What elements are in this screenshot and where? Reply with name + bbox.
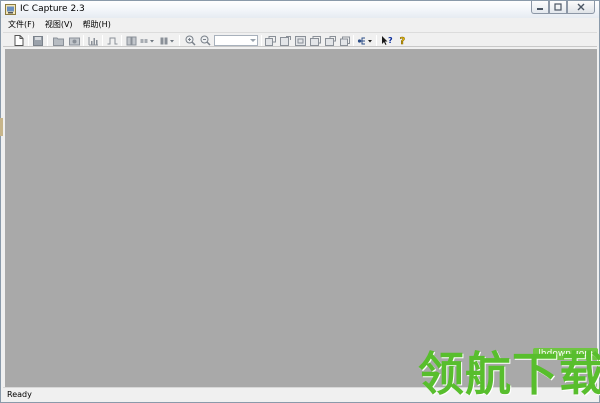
svg-text:?: ? [388, 36, 393, 45]
close-icon [577, 3, 585, 11]
status-text: Ready [7, 390, 32, 399]
zoom-level-select[interactable] [214, 35, 258, 46]
overlay-icon [264, 35, 276, 46]
overlay-button-4[interactable] [309, 35, 321, 46]
toolbar-separator [261, 35, 262, 46]
toolbar-separator [179, 35, 180, 46]
toolbar-separator [376, 35, 377, 46]
overlay-copy-icon [324, 35, 336, 46]
new-document-icon [14, 35, 24, 46]
save-icon [33, 35, 43, 46]
open-folder-icon [52, 37, 64, 46]
minimize-icon [537, 8, 543, 10]
device-selector-dropdown[interactable] [357, 35, 373, 46]
watermark-text: 领航下载 [418, 347, 600, 401]
trigger-pulse-icon [107, 37, 117, 44]
menu-help[interactable]: 帮助(H) [78, 19, 116, 31]
frame-icon [294, 35, 306, 46]
caption-buttons [531, 1, 595, 16]
frame-rate-icon [140, 38, 154, 43]
snapshot-icon [68, 37, 80, 45]
chevron-down-icon [250, 39, 256, 42]
context-help-icon: ? [382, 36, 393, 45]
toolbar-separator [28, 35, 29, 46]
menu-bar: 文件(F) 视图(V) 帮助(H) [3, 18, 597, 31]
network-device-icon [357, 37, 372, 44]
close-button[interactable] [567, 1, 595, 14]
context-help-button[interactable]: ? [381, 35, 393, 46]
toolbar-separator [121, 35, 122, 46]
maximize-icon [554, 3, 562, 11]
histogram-icon [88, 36, 98, 45]
overlay-button-6[interactable] [339, 35, 351, 46]
snapshot-button[interactable] [68, 35, 80, 46]
overlay-button-2[interactable] [279, 35, 291, 46]
minimize-button[interactable] [531, 1, 549, 14]
watermark: lhdown.com 领航下载 [416, 340, 600, 403]
device-icon [126, 36, 136, 45]
zoom-out-icon [200, 35, 211, 46]
menu-view[interactable]: 视图(V) [40, 19, 78, 31]
maximize-button[interactable] [549, 1, 567, 14]
new-button[interactable] [13, 35, 25, 46]
device-properties-button[interactable] [125, 35, 137, 46]
video-display-area[interactable] [5, 49, 597, 387]
overlay-button-5[interactable] [324, 35, 336, 46]
about-button[interactable]: ? [397, 35, 409, 46]
histogram-button[interactable] [87, 35, 99, 46]
crop-icon [279, 35, 291, 46]
help-question-icon: ? [399, 36, 406, 46]
menu-file[interactable]: 文件(F) [3, 19, 40, 31]
overlay-alt-icon [309, 35, 321, 46]
frame-rate-dropdown[interactable] [140, 35, 155, 46]
open-button[interactable] [52, 35, 64, 46]
toolbar: ? ? [3, 32, 597, 47]
video-format-icon [160, 37, 174, 44]
zoom-in-icon [185, 35, 196, 46]
toolbar-separator [83, 35, 84, 46]
overlay-button-1[interactable] [264, 35, 276, 46]
title-bar[interactable]: IC Capture 2.3 [1, 1, 599, 18]
toolbar-separator [353, 35, 354, 46]
zoom-in-button[interactable] [184, 35, 196, 46]
svg-text:?: ? [400, 36, 406, 46]
edge-sliver [0, 118, 3, 136]
toolbar-separator [102, 35, 103, 46]
overlay-button-3[interactable] [294, 35, 306, 46]
video-format-dropdown[interactable] [160, 35, 175, 46]
save-button[interactable] [32, 35, 44, 46]
toolbar-separator [47, 35, 48, 46]
zoom-out-button[interactable] [199, 35, 211, 46]
trigger-button[interactable] [106, 35, 118, 46]
window-title: IC Capture 2.3 [20, 4, 85, 14]
overlay-stack-icon [339, 36, 350, 46]
app-icon [5, 4, 16, 15]
